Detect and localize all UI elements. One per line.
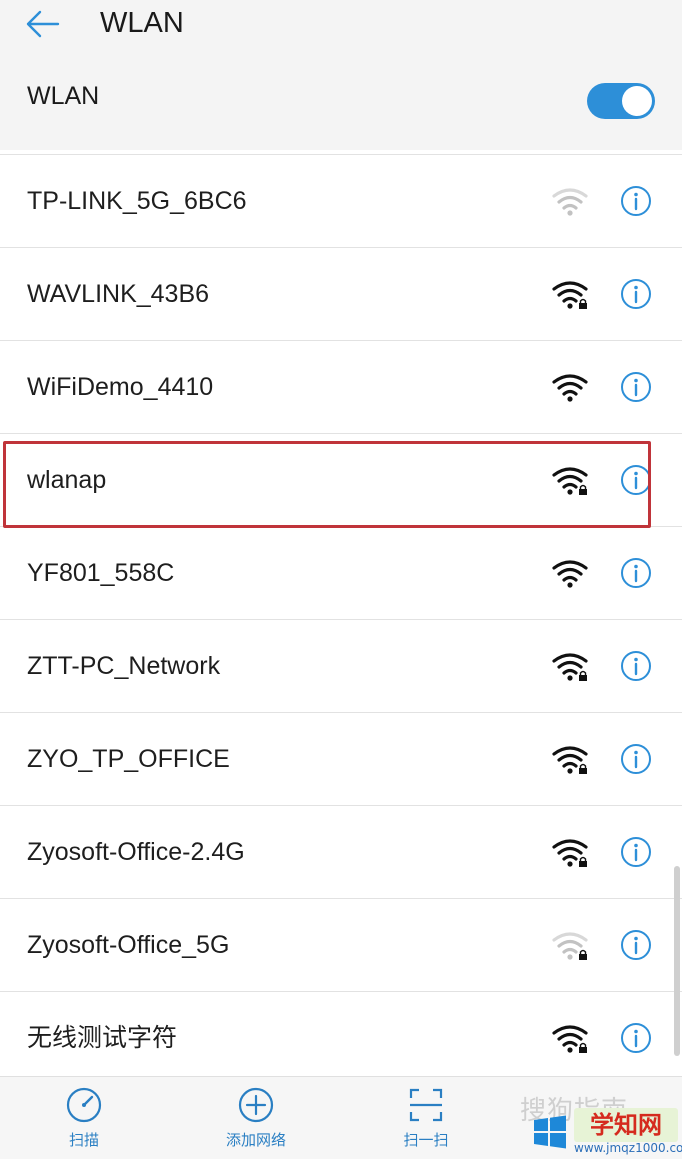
info-icon[interactable] xyxy=(619,463,653,497)
wifi-signal-icon xyxy=(552,467,588,495)
info-icon[interactable] xyxy=(619,928,653,962)
back-arrow-icon xyxy=(26,10,60,38)
network-ssid: Zyosoft-Office-2.4G xyxy=(27,838,245,866)
network-ssid: ZYO_TP_OFFICE xyxy=(27,745,230,773)
wifi-signal-icon xyxy=(552,374,588,402)
info-icon[interactable] xyxy=(619,1021,653,1055)
info-icon[interactable] xyxy=(619,370,653,404)
network-row[interactable]: Zyosoft-Office-2.4G xyxy=(0,805,682,898)
network-ssid: WAVLINK_43B6 xyxy=(27,280,210,308)
network-ssid: Zyosoft-Office_5G xyxy=(27,931,230,959)
wifi-signal-icon xyxy=(552,839,588,867)
network-ssid: TP-LINK_5G_6BC6 xyxy=(27,187,247,215)
scrollbar[interactable] xyxy=(674,866,680,1056)
network-ssid: wlanap xyxy=(27,466,107,494)
header-area: WLAN WLAN xyxy=(0,0,682,150)
info-icon[interactable] xyxy=(619,742,653,776)
windows-logo-icon xyxy=(534,1115,566,1149)
qr-scan-icon xyxy=(409,1088,443,1122)
info-icon[interactable] xyxy=(619,184,653,218)
add-network-label: 添加网络 xyxy=(225,1131,286,1149)
network-list: TP-LINK_5G_6BC6 WAVLINK_43B6 WiFiDemo_4410… xyxy=(0,154,682,1084)
scan-code-button[interactable]: 扫一扫 xyxy=(366,1085,486,1150)
network-row[interactable]: Zyosoft-Office_5G xyxy=(0,898,682,991)
back-button[interactable] xyxy=(18,4,66,44)
wifi-signal-icon xyxy=(552,281,588,309)
scan-button[interactable]: 扫描 xyxy=(24,1085,144,1150)
info-icon[interactable] xyxy=(619,556,653,590)
network-ssid: WiFiDemo_4410 xyxy=(27,373,214,401)
add-network-button[interactable]: 添加网络 xyxy=(196,1085,316,1150)
wifi-signal-icon xyxy=(552,1025,588,1053)
network-ssid: ZTT-PC_Network xyxy=(27,652,221,680)
scan-gauge-icon xyxy=(66,1087,102,1123)
wifi-signal-icon xyxy=(552,746,588,774)
page-title: WLAN xyxy=(100,7,184,39)
site-logo-url: www.jmqz1000.com xyxy=(574,1141,682,1155)
network-ssid: 无线测试字符 xyxy=(27,1024,178,1052)
network-row[interactable]: 无线测试字符 xyxy=(0,991,682,1084)
wifi-signal-icon xyxy=(552,653,588,681)
wifi-signal-icon xyxy=(552,188,588,216)
network-row[interactable]: WAVLINK_43B6 xyxy=(0,247,682,340)
info-icon[interactable] xyxy=(619,835,653,869)
wifi-signal-icon xyxy=(552,932,588,960)
site-logo: 学知网 www.jmqz1000.com xyxy=(532,1108,682,1159)
wifi-signal-icon xyxy=(552,560,588,588)
network-row[interactable]: YF801_558C xyxy=(0,526,682,619)
network-ssid: YF801_558C xyxy=(27,559,175,587)
scan-label: 扫描 xyxy=(68,1131,99,1149)
wlan-toggle-label: WLAN xyxy=(27,82,100,110)
site-logo-name: 学知网 xyxy=(574,1108,678,1142)
scan-code-label: 扫一扫 xyxy=(403,1131,449,1149)
network-row[interactable]: ZYO_TP_OFFICE xyxy=(0,712,682,805)
network-row[interactable]: ZTT-PC_Network xyxy=(0,619,682,712)
info-icon[interactable] xyxy=(619,649,653,683)
info-icon[interactable] xyxy=(619,277,653,311)
add-circle-icon xyxy=(238,1087,274,1123)
network-row[interactable]: TP-LINK_5G_6BC6 xyxy=(0,154,682,247)
network-row[interactable]: wlanap xyxy=(0,433,682,526)
wlan-toggle-switch[interactable] xyxy=(587,83,655,119)
network-row[interactable]: WiFiDemo_4410 xyxy=(0,340,682,433)
toggle-knob xyxy=(622,86,652,116)
wlan-toggle-row[interactable]: WLAN xyxy=(0,58,682,148)
